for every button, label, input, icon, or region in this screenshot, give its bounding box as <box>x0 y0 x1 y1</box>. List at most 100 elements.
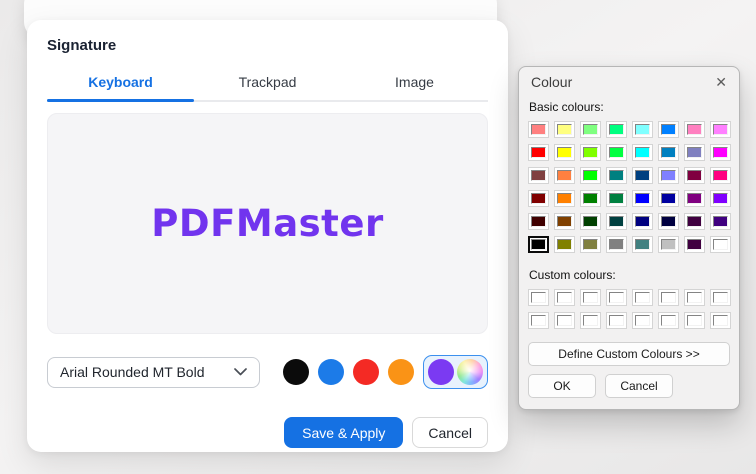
custom-colour-swatch[interactable] <box>606 312 627 329</box>
custom-colour-swatch[interactable] <box>528 312 549 329</box>
close-icon[interactable]: ✕ <box>713 75 729 89</box>
signature-controls: Arial Rounded MT Bold <box>47 355 488 389</box>
basic-colour-swatch[interactable] <box>554 144 575 161</box>
colour-cancel-button[interactable]: Cancel <box>605 374 673 398</box>
basic-colour-swatch[interactable] <box>554 190 575 207</box>
basic-colour-swatch[interactable] <box>684 236 705 253</box>
basic-colour-swatch[interactable] <box>528 213 549 230</box>
basic-colour-swatch[interactable] <box>632 190 653 207</box>
signature-footer: Save & Apply Cancel <box>47 417 488 448</box>
basic-colour-swatch[interactable] <box>580 213 601 230</box>
basic-colour-swatch[interactable] <box>658 190 679 207</box>
save-apply-button[interactable]: Save & Apply <box>284 417 403 448</box>
cancel-button[interactable]: Cancel <box>412 417 488 448</box>
basic-colour-swatch[interactable] <box>554 121 575 138</box>
basic-colour-swatch[interactable] <box>606 213 627 230</box>
basic-colour-swatch[interactable] <box>606 167 627 184</box>
colour-dialog-body: Basic colours: Custom colours: Define Cu… <box>519 92 739 398</box>
basic-colour-swatch[interactable] <box>580 144 601 161</box>
basic-colour-swatch[interactable] <box>632 144 653 161</box>
basic-colour-swatch[interactable] <box>580 236 601 253</box>
colour-dialog-title: Colour <box>531 74 572 90</box>
custom-colour-swatch[interactable] <box>710 289 731 306</box>
custom-colours-label: Custom colours: <box>529 268 730 282</box>
signature-preview-text: PDFMaster <box>151 202 383 245</box>
basic-colour-swatch[interactable] <box>684 121 705 138</box>
basic-colour-swatch[interactable] <box>684 213 705 230</box>
basic-colour-swatch[interactable] <box>684 144 705 161</box>
basic-colour-swatch[interactable] <box>528 121 549 138</box>
custom-colour-swatch[interactable] <box>606 289 627 306</box>
basic-colour-swatch[interactable] <box>658 144 679 161</box>
basic-colour-swatch[interactable] <box>710 144 731 161</box>
basic-colour-swatch[interactable] <box>554 167 575 184</box>
basic-colour-swatch[interactable] <box>606 190 627 207</box>
basic-colour-swatch[interactable] <box>632 213 653 230</box>
custom-colour-swatch[interactable] <box>528 289 549 306</box>
basic-colour-swatch[interactable] <box>554 213 575 230</box>
custom-colour-swatch[interactable] <box>580 312 601 329</box>
color-dot-orange[interactable] <box>388 359 414 385</box>
custom-colour-swatch[interactable] <box>632 289 653 306</box>
tab-keyboard[interactable]: Keyboard <box>47 67 194 100</box>
basic-colour-swatch[interactable] <box>658 167 679 184</box>
basic-colour-swatch[interactable] <box>580 190 601 207</box>
basic-colour-swatch[interactable] <box>528 236 549 253</box>
colour-dialog-titlebar: Colour ✕ <box>519 67 739 92</box>
custom-colours-grid <box>528 289 730 329</box>
selected-color-group <box>423 355 488 389</box>
basic-colour-swatch[interactable] <box>528 190 549 207</box>
color-swatch-row <box>283 355 488 389</box>
color-dot-purple[interactable] <box>428 359 454 385</box>
basic-colour-swatch[interactable] <box>658 121 679 138</box>
desktop-background: Signature KeyboardTrackpadImage PDFMaste… <box>0 0 756 474</box>
basic-colour-swatch[interactable] <box>528 144 549 161</box>
basic-colour-swatch[interactable] <box>684 167 705 184</box>
custom-colour-swatch[interactable] <box>658 289 679 306</box>
signature-preview-area: PDFMaster <box>47 113 488 334</box>
basic-colour-swatch[interactable] <box>658 236 679 253</box>
basic-colour-swatch[interactable] <box>528 167 549 184</box>
tab-image[interactable]: Image <box>341 67 488 100</box>
basic-colour-swatch[interactable] <box>632 121 653 138</box>
font-select[interactable]: Arial Rounded MT Bold <box>47 357 260 388</box>
basic-colour-swatch[interactable] <box>710 121 731 138</box>
color-dot-red[interactable] <box>353 359 379 385</box>
custom-colour-swatch[interactable] <box>684 289 705 306</box>
custom-color-wheel[interactable] <box>457 359 483 385</box>
signature-dialog-title: Signature <box>27 20 508 54</box>
colour-dialog-actions: OK Cancel <box>528 374 730 398</box>
custom-colour-swatch[interactable] <box>632 312 653 329</box>
define-custom-colours-button[interactable]: Define Custom Colours >> <box>528 342 730 366</box>
basic-colour-swatch[interactable] <box>658 213 679 230</box>
basic-colours-grid <box>528 121 730 253</box>
font-select-value: Arial Rounded MT Bold <box>60 364 204 380</box>
basic-colour-swatch[interactable] <box>580 121 601 138</box>
custom-colour-swatch[interactable] <box>658 312 679 329</box>
basic-colour-swatch[interactable] <box>710 190 731 207</box>
chevron-down-icon <box>234 368 247 376</box>
basic-colour-swatch[interactable] <box>710 167 731 184</box>
basic-colour-swatch[interactable] <box>710 213 731 230</box>
basic-colour-swatch[interactable] <box>580 167 601 184</box>
custom-colour-swatch[interactable] <box>554 312 575 329</box>
basic-colour-swatch[interactable] <box>554 236 575 253</box>
tab-bar: KeyboardTrackpadImage <box>47 67 488 102</box>
color-dot-black[interactable] <box>283 359 309 385</box>
basic-colour-swatch[interactable] <box>606 121 627 138</box>
basic-colour-swatch[interactable] <box>684 190 705 207</box>
custom-colour-swatch[interactable] <box>710 312 731 329</box>
custom-colour-swatch[interactable] <box>554 289 575 306</box>
basic-colour-swatch[interactable] <box>606 236 627 253</box>
custom-colour-swatch[interactable] <box>684 312 705 329</box>
ok-button[interactable]: OK <box>528 374 596 398</box>
custom-colour-swatch[interactable] <box>580 289 601 306</box>
basic-colour-swatch[interactable] <box>632 167 653 184</box>
basic-colour-swatch[interactable] <box>710 236 731 253</box>
color-dot-blue[interactable] <box>318 359 344 385</box>
basic-colour-swatch[interactable] <box>606 144 627 161</box>
basic-colour-swatch[interactable] <box>632 236 653 253</box>
tab-trackpad[interactable]: Trackpad <box>194 67 341 100</box>
basic-colours-label: Basic colours: <box>529 100 730 114</box>
signature-dialog: Signature KeyboardTrackpadImage PDFMaste… <box>27 20 508 452</box>
